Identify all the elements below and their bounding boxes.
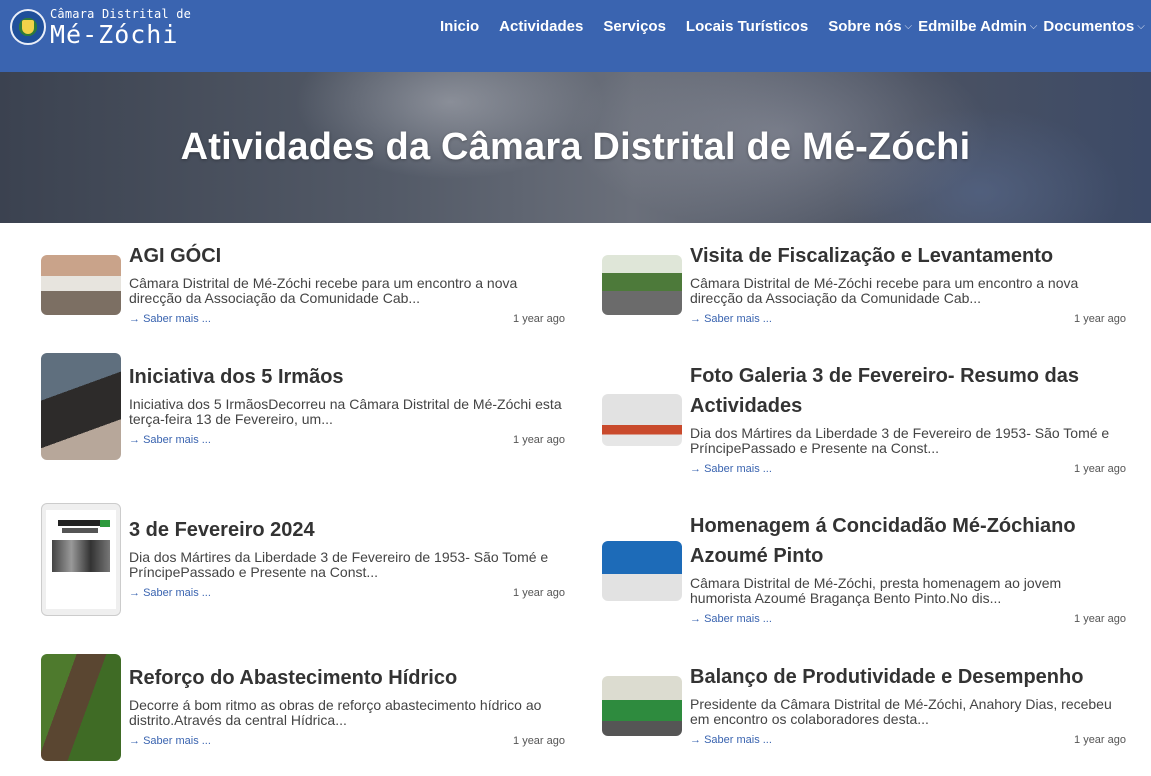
nav-label: Edmilbe Admin (918, 18, 1027, 35)
chevron-down-icon: ⌵ (904, 21, 913, 32)
article-thumbnail[interactable] (602, 394, 682, 446)
arrow-right-icon: → (129, 735, 140, 747)
main-nav: Inicio Actividades Serviços Locais Turís… (440, 18, 1151, 35)
article-date: 1 year ago (513, 735, 565, 747)
nav-item-user-admin[interactable]: Edmilbe Admin ⌵ (918, 18, 1037, 35)
logo-big-text: Mé-Zóchi (50, 19, 179, 49)
article-excerpt: Iniciativa dos 5 IrmãosDecorreu na Câmar… (129, 396, 562, 427)
read-more-label: Saber mais ... (143, 587, 211, 599)
poster-image (46, 510, 116, 609)
article-title[interactable]: Balanço de Produtividade e Desempenho (690, 662, 1126, 692)
nav-label: Documentos (1043, 18, 1135, 35)
nav-item-locais-turisticos[interactable]: Locais Turísticos (686, 18, 808, 35)
nav-item-inicio[interactable]: Inicio (440, 18, 479, 35)
article-title[interactable]: AGI GÓCI (129, 241, 565, 271)
site-logo[interactable]: Câmara Distrital de Mé-Zóchi (10, 6, 191, 48)
article-excerpt: Câmara Distrital de Mé-Zóchi recebe para… (690, 275, 1079, 306)
read-more-label: Saber mais ... (704, 463, 772, 475)
nav-label: Inicio (440, 18, 480, 35)
article-excerpt: Presidente da Câmara Distrital de Mé-Zóc… (690, 696, 1112, 727)
arrow-right-icon: → (129, 313, 140, 325)
arrow-right-icon: → (690, 313, 701, 325)
poster-subheading (62, 528, 98, 533)
arrow-right-icon: → (129, 587, 140, 599)
chevron-down-icon: ⌵ (1029, 21, 1038, 32)
nav-label: Sobre nós (828, 18, 902, 35)
nav-item-sobre-nos[interactable]: Sobre nós ⌵ (828, 18, 912, 35)
read-more-label: Saber mais ... (704, 313, 772, 325)
article-thumbnail[interactable] (602, 255, 682, 315)
article-thumbnail[interactable] (41, 503, 121, 616)
nav-label: Actividades (499, 18, 584, 35)
article-thumbnail[interactable] (602, 541, 682, 601)
arrow-right-icon: → (690, 463, 701, 475)
article-date: 1 year ago (513, 434, 565, 446)
read-more-label: Saber mais ... (143, 735, 211, 747)
read-more-link[interactable]: → Saber mais ... (690, 463, 772, 475)
read-more-link[interactable]: → Saber mais ... (690, 313, 772, 325)
page-title: Atividades da Câmara Distrital de Mé-Zóc… (180, 126, 971, 168)
chevron-down-icon: ⌵ (1137, 21, 1145, 32)
arrow-right-icon: → (129, 434, 140, 446)
article-title[interactable]: Iniciativa dos 5 Irmãos (129, 362, 565, 392)
logo-small-text: Câmara Distrital de (50, 6, 192, 21)
article-title[interactable]: Foto Galeria 3 de Fevereiro- Resumo das … (690, 361, 1126, 421)
article-date: 1 year ago (1074, 313, 1126, 325)
article-title[interactable]: Visita de Fiscalização e Levantamento (690, 241, 1126, 271)
read-more-link[interactable]: → Saber mais ... (129, 587, 211, 599)
article-excerpt: Dia dos Mártires da Liberdade 3 de Fever… (690, 425, 1110, 456)
article-excerpt: Câmara Distrital de Mé-Zóchi, presta hom… (690, 575, 1062, 606)
article-thumbnail[interactable] (41, 654, 121, 761)
hero-banner: Atividades da Câmara Distrital de Mé-Zóc… (0, 72, 1151, 223)
article-excerpt: Decorre á bom ritmo as obras de reforço … (129, 697, 542, 728)
article-excerpt: Dia dos Mártires da Liberdade 3 de Fever… (129, 549, 549, 580)
nav-item-actividades[interactable]: Actividades (499, 18, 583, 35)
read-more-label: Saber mais ... (704, 613, 772, 625)
arrow-right-icon: → (690, 613, 701, 625)
article-date: 1 year ago (1074, 463, 1126, 475)
arrow-right-icon: → (690, 734, 701, 746)
logo-text: Câmara Distrital de Mé-Zóchi (50, 8, 191, 47)
district-emblem-icon (10, 9, 46, 45)
read-more-label: Saber mais ... (143, 434, 211, 446)
article-title[interactable]: Homenagem á Concidadão Mé-Zóchiano Azoum… (690, 511, 1126, 571)
nav-item-servicos[interactable]: Serviços (603, 18, 666, 35)
read-more-link[interactable]: → Saber mais ... (690, 734, 772, 746)
article-excerpt: Câmara Distrital de Mé-Zóchi recebe para… (129, 275, 518, 306)
read-more-link[interactable]: → Saber mais ... (690, 613, 772, 625)
poster-heading (58, 520, 102, 526)
article-title[interactable]: Reforço do Abastecimento Hídrico (129, 663, 565, 693)
read-more-link[interactable]: → Saber mais ... (129, 735, 211, 747)
article-date: 1 year ago (1074, 734, 1126, 746)
article-date: 1 year ago (513, 313, 565, 325)
nav-item-documentos[interactable]: Documentos ⌵ (1043, 18, 1144, 35)
read-more-link[interactable]: → Saber mais ... (129, 434, 211, 446)
top-navbar: Câmara Distrital de Mé-Zóchi Inicio Acti… (0, 0, 1151, 72)
flag-icon (100, 520, 110, 527)
article-date: 1 year ago (1074, 613, 1126, 625)
nav-label: Serviços (603, 18, 666, 35)
read-more-label: Saber mais ... (143, 313, 211, 325)
article-title[interactable]: 3 de Fevereiro 2024 (129, 515, 565, 545)
read-more-link[interactable]: → Saber mais ... (129, 313, 211, 325)
poster-photo (52, 540, 110, 572)
article-thumbnail[interactable] (41, 255, 121, 315)
article-date: 1 year ago (513, 587, 565, 599)
nav-label: Locais Turísticos (685, 18, 809, 35)
article-thumbnail[interactable] (602, 676, 682, 736)
read-more-label: Saber mais ... (704, 734, 772, 746)
article-thumbnail[interactable] (41, 353, 121, 460)
